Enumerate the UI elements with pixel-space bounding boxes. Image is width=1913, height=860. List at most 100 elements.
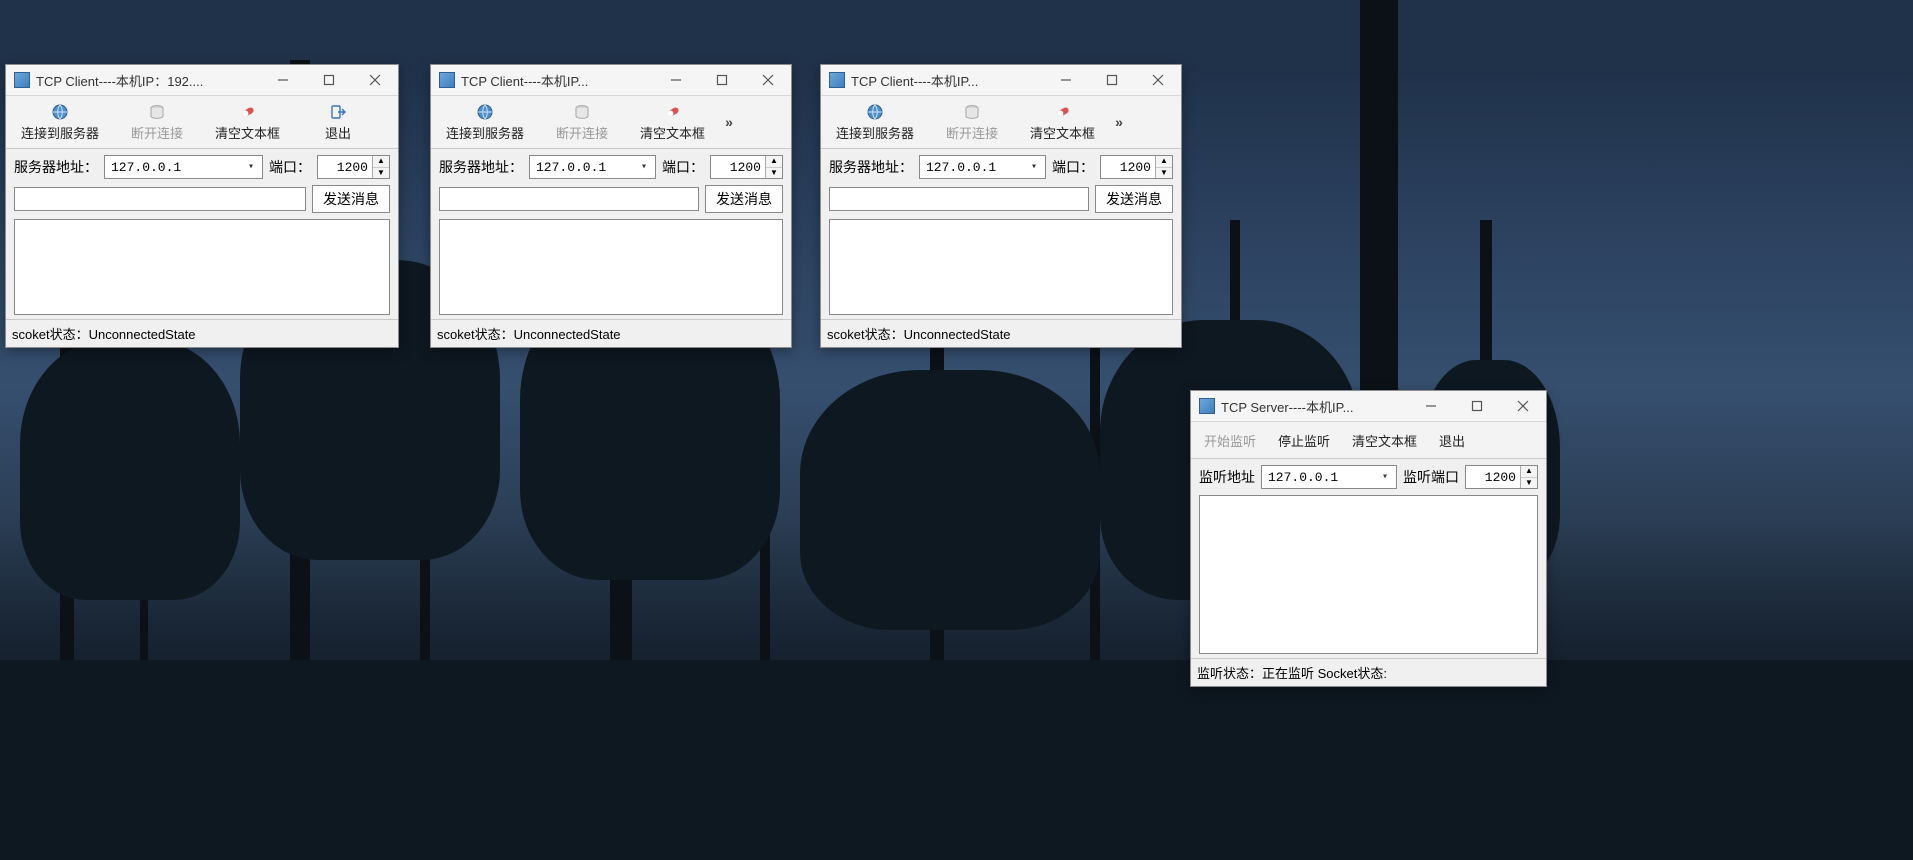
toolbar: 开始监听 停止监听 清空文本框 退出	[1191, 422, 1546, 459]
log-textarea[interactable]	[14, 219, 390, 315]
chevron-down-icon: ▾	[244, 161, 258, 173]
disk-icon	[573, 103, 591, 121]
window-title: TCP Server----本机IP...	[1221, 397, 1408, 416]
desktop-background: TCP Client----本机IP：192.... 连接到服务器 断开连接 清…	[0, 0, 1913, 860]
status-bar: scoket状态：UnconnectedState	[6, 319, 398, 347]
message-input[interactable]	[829, 187, 1089, 211]
spin-up-icon[interactable]: ▲	[1156, 156, 1172, 168]
log-textarea[interactable]	[1199, 495, 1538, 654]
close-button[interactable]	[352, 65, 398, 95]
app-icon	[1199, 398, 1215, 414]
minimize-button[interactable]	[1408, 391, 1454, 421]
chevron-down-icon: ▾	[637, 161, 651, 173]
close-button[interactable]	[745, 65, 791, 95]
port-label: 端口：	[1052, 157, 1094, 177]
minimize-button[interactable]	[1043, 65, 1089, 95]
minimize-button[interactable]	[653, 65, 699, 95]
clear-text-button[interactable]: 清空文本框	[629, 96, 716, 148]
window-title: TCP Client----本机IP...	[461, 71, 653, 90]
disconnect-button[interactable]: 断开连接	[114, 96, 200, 148]
server-addr-combo[interactable]: 127.0.0.1 ▾	[529, 155, 656, 179]
tcp-client-window: TCP Client----本机IP：192.... 连接到服务器 断开连接 清…	[5, 64, 399, 348]
maximize-button[interactable]	[306, 65, 352, 95]
close-button[interactable]	[1135, 65, 1181, 95]
toolbar-overflow-button[interactable]: »	[1110, 96, 1128, 148]
port-label: 端口：	[662, 157, 704, 177]
spin-down-icon[interactable]: ▼	[373, 168, 389, 179]
titlebar[interactable]: TCP Server----本机IP...	[1191, 391, 1546, 422]
status-bar: 监听状态：正在监听 Socket状态:	[1191, 658, 1546, 686]
server-addr-combo[interactable]: 127.0.0.1 ▾	[104, 155, 263, 179]
toolbar: 连接到服务器 断开连接 清空文本框 退出	[6, 96, 398, 149]
exit-button[interactable]: 退出	[1430, 422, 1474, 458]
spin-down-icon[interactable]: ▼	[1156, 168, 1172, 179]
pill-icon	[239, 103, 257, 121]
app-icon	[14, 72, 30, 88]
app-icon	[829, 72, 845, 88]
globe-icon	[866, 103, 884, 121]
listen-addr-combo[interactable]: 127.0.0.1 ▾	[1261, 465, 1397, 489]
pill-icon	[664, 103, 682, 121]
server-addr-label: 服务器地址：	[14, 157, 98, 177]
log-textarea[interactable]	[439, 219, 783, 315]
connect-button[interactable]: 连接到服务器	[435, 96, 535, 148]
server-addr-label: 服务器地址：	[829, 157, 913, 177]
chevron-down-icon: ▾	[1378, 471, 1392, 483]
server-addr-label: 服务器地址：	[439, 157, 523, 177]
disk-icon	[148, 103, 166, 121]
maximize-button[interactable]	[699, 65, 745, 95]
maximize-button[interactable]	[1454, 391, 1500, 421]
tcp-server-window: TCP Server----本机IP... 开始监听 停止监听 清空文本框 退出…	[1190, 390, 1547, 687]
send-button[interactable]: 发送消息	[312, 185, 390, 213]
toolbar: 连接到服务器 断开连接 清空文本框 »	[821, 96, 1181, 149]
globe-icon	[476, 103, 494, 121]
titlebar[interactable]: TCP Client----本机IP...	[431, 65, 791, 96]
message-input[interactable]	[14, 187, 306, 211]
window-title: TCP Client----本机IP...	[851, 71, 1043, 90]
app-icon	[439, 72, 455, 88]
send-button[interactable]: 发送消息	[705, 185, 783, 213]
stop-listen-button[interactable]: 停止监听	[1269, 422, 1339, 458]
disconnect-button[interactable]: 断开连接	[929, 96, 1015, 148]
exit-button[interactable]: 退出	[295, 96, 381, 148]
pill-icon	[1054, 103, 1072, 121]
spin-up-icon[interactable]: ▲	[1521, 466, 1537, 478]
start-listen-button[interactable]: 开始监听	[1195, 422, 1265, 458]
port-spin[interactable]: 1200 ▲ ▼	[317, 155, 390, 179]
clear-text-button[interactable]: 清空文本框	[1343, 422, 1426, 458]
message-input[interactable]	[439, 187, 699, 211]
port-label: 端口：	[269, 157, 311, 177]
spin-up-icon[interactable]: ▲	[766, 156, 782, 168]
clear-text-button[interactable]: 清空文本框	[1019, 96, 1106, 148]
disconnect-button[interactable]: 断开连接	[539, 96, 625, 148]
status-bar: scoket状态：UnconnectedState	[431, 319, 791, 347]
log-textarea[interactable]	[829, 219, 1173, 315]
listen-port-label: 监听端口	[1403, 467, 1459, 487]
tcp-client-window: TCP Client----本机IP... 连接到服务器 断开连接 清空文本框	[820, 64, 1182, 348]
spin-down-icon[interactable]: ▼	[1521, 478, 1537, 489]
connect-button[interactable]: 连接到服务器	[10, 96, 110, 148]
status-bar: scoket状态：UnconnectedState	[821, 319, 1181, 347]
listen-addr-label: 监听地址	[1199, 467, 1255, 487]
spin-down-icon[interactable]: ▼	[766, 168, 782, 179]
titlebar[interactable]: TCP Client----本机IP...	[821, 65, 1181, 96]
window-title: TCP Client----本机IP：192....	[36, 71, 260, 90]
titlebar[interactable]: TCP Client----本机IP：192....	[6, 65, 398, 96]
clear-text-button[interactable]: 清空文本框	[204, 96, 291, 148]
server-addr-combo[interactable]: 127.0.0.1 ▾	[919, 155, 1046, 179]
send-button[interactable]: 发送消息	[1095, 185, 1173, 213]
connect-button[interactable]: 连接到服务器	[825, 96, 925, 148]
listen-port-spin[interactable]: 1200 ▲ ▼	[1465, 465, 1538, 489]
toolbar: 连接到服务器 断开连接 清空文本框 »	[431, 96, 791, 149]
disk-icon	[963, 103, 981, 121]
minimize-button[interactable]	[260, 65, 306, 95]
globe-icon	[51, 103, 69, 121]
chevron-down-icon: ▾	[1027, 161, 1041, 173]
close-button[interactable]	[1500, 391, 1546, 421]
port-spin[interactable]: 1200 ▲ ▼	[1100, 155, 1173, 179]
tcp-client-window: TCP Client----本机IP... 连接到服务器 断开连接 清空文本框	[430, 64, 792, 348]
toolbar-overflow-button[interactable]: »	[720, 96, 738, 148]
maximize-button[interactable]	[1089, 65, 1135, 95]
spin-up-icon[interactable]: ▲	[373, 156, 389, 168]
port-spin[interactable]: 1200 ▲ ▼	[710, 155, 783, 179]
